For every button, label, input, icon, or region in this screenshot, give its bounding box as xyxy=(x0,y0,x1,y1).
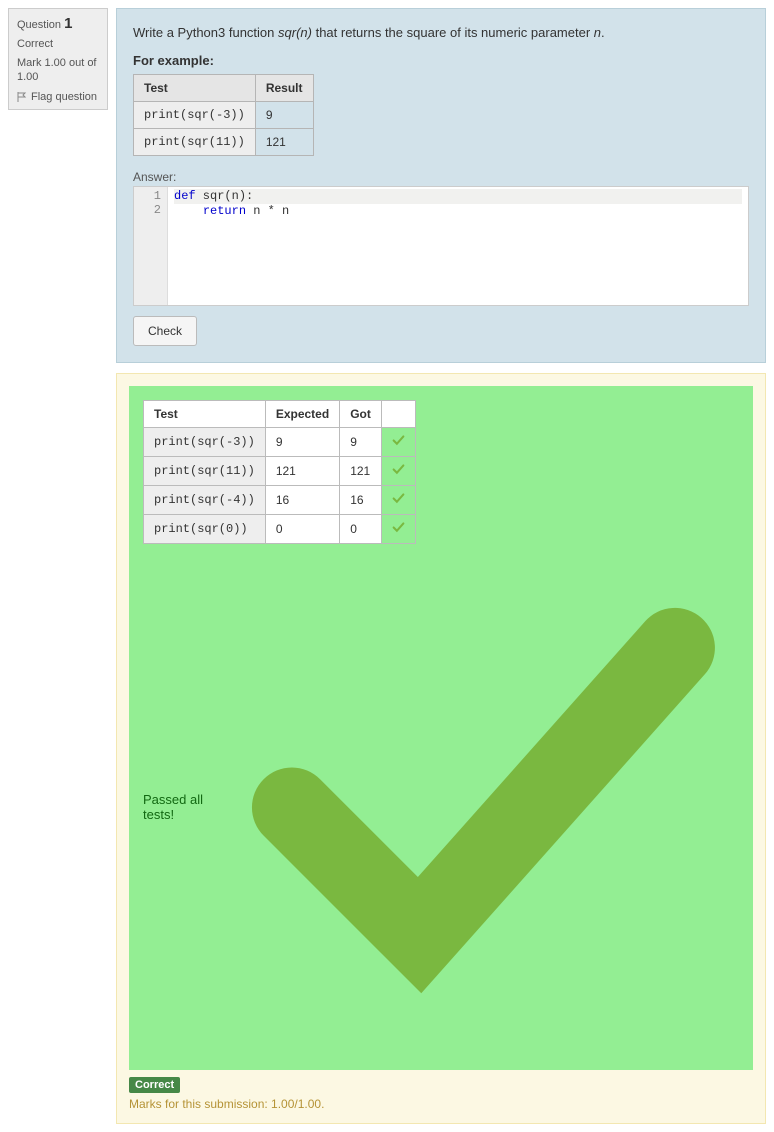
result-test: print(sqr(-3)) xyxy=(144,427,266,456)
result-status-icon xyxy=(381,456,415,485)
result-got: 121 xyxy=(340,456,382,485)
result-test: print(sqr(-4)) xyxy=(144,485,266,514)
result-expected: 9 xyxy=(265,427,339,456)
result-got: 9 xyxy=(340,427,382,456)
result-test: print(sqr(0)) xyxy=(144,514,266,543)
result-expected: 16 xyxy=(265,485,339,514)
flag-icon xyxy=(17,92,27,102)
passed-label: Passed all tests! xyxy=(143,552,739,1063)
question-mark: Mark 1.00 out of 1.00 xyxy=(17,56,99,85)
table-row: print(sqr(-4))1616 xyxy=(144,485,416,514)
result-expected: 0 xyxy=(265,514,339,543)
example-test: print(sqr(11)) xyxy=(134,128,256,155)
example-table: Test Result print(sqr(-3))9print(sqr(11)… xyxy=(133,74,314,156)
results-header-status xyxy=(381,400,415,427)
result-got: 0 xyxy=(340,514,382,543)
example-header-test: Test xyxy=(134,74,256,101)
example-header-result: Result xyxy=(255,74,313,101)
question-text: Write a Python3 function sqr(n) that ret… xyxy=(133,23,749,43)
answer-label: Answer: xyxy=(133,170,749,184)
results-table: Test Expected Got print(sqr(-3))99print(… xyxy=(143,400,416,544)
result-status-icon xyxy=(381,514,415,543)
question-info-panel: Question 1 Correct Mark 1.00 out of 1.00… xyxy=(8,8,108,110)
results-header-got: Got xyxy=(340,400,382,427)
question-number: Question 1 xyxy=(17,15,99,32)
result-status-icon xyxy=(381,485,415,514)
code-editor[interactable]: 1 2 def sqr(n): return n * n xyxy=(133,186,749,306)
example-test: print(sqr(-3)) xyxy=(134,101,256,128)
example-result: 121 xyxy=(255,128,313,155)
flag-question-link[interactable]: Flag question xyxy=(17,91,99,103)
for-example-label: For example: xyxy=(133,53,749,68)
correct-badge: Correct xyxy=(129,1077,180,1093)
result-test: print(sqr(11)) xyxy=(144,456,266,485)
table-row: print(sqr(11))121121 xyxy=(144,456,416,485)
table-row: print(sqr(-3))9 xyxy=(134,101,314,128)
table-row: print(sqr(11))121 xyxy=(134,128,314,155)
question-content: Write a Python3 function sqr(n) that ret… xyxy=(116,8,766,363)
check-button[interactable]: Check xyxy=(133,316,197,346)
marks-text: Marks for this submission: 1.00/1.00. xyxy=(129,1097,753,1111)
code-area[interactable]: def sqr(n): return n * n xyxy=(168,187,748,305)
results-header-expected: Expected xyxy=(265,400,339,427)
result-status-icon xyxy=(381,427,415,456)
outcome-box: Test Expected Got print(sqr(-3))99print(… xyxy=(116,373,766,1125)
line-gutter: 1 2 xyxy=(134,187,168,305)
example-result: 9 xyxy=(255,101,313,128)
table-row: print(sqr(-3))99 xyxy=(144,427,416,456)
question-state: Correct xyxy=(17,38,99,50)
check-icon xyxy=(228,552,739,1063)
result-got: 16 xyxy=(340,485,382,514)
results-header-test: Test xyxy=(144,400,266,427)
table-row: print(sqr(0))00 xyxy=(144,514,416,543)
result-expected: 121 xyxy=(265,456,339,485)
results-area: Test Expected Got print(sqr(-3))99print(… xyxy=(129,386,753,1071)
